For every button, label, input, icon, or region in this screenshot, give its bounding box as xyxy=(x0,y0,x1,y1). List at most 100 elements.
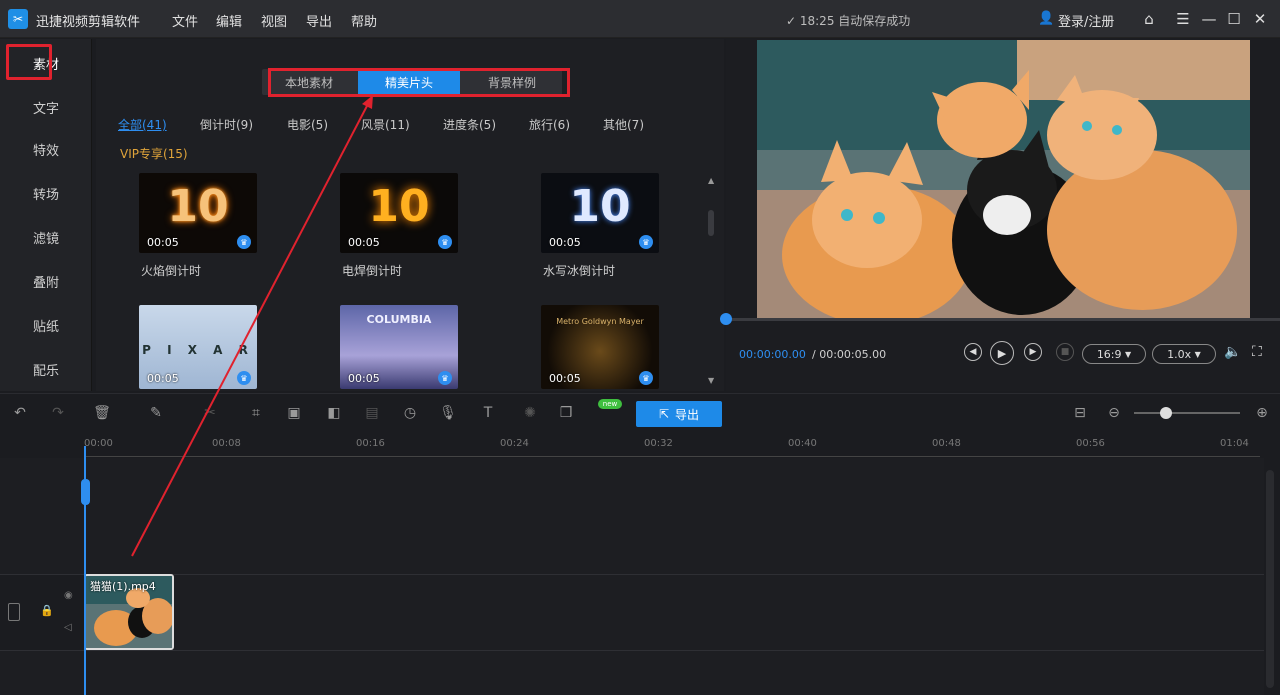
new-badge: new xyxy=(598,399,622,409)
minimize-icon[interactable]: — xyxy=(1198,8,1220,30)
split-icon[interactable]: ✂ xyxy=(200,403,220,423)
left-sidebar: 素材 文字 特效 转场 滤镜 叠附 贴纸 配乐 xyxy=(0,39,92,391)
mute-icon[interactable]: ◁ xyxy=(64,622,72,633)
scroll-up-icon[interactable]: ▲ xyxy=(708,176,714,185)
text-icon[interactable]: T xyxy=(478,403,498,423)
app-title: 迅捷视频剪辑软件 xyxy=(36,15,141,30)
sidebar-item-transitions[interactable]: 转场 xyxy=(0,171,92,215)
ruler-tick: 00:40 xyxy=(788,438,817,449)
menu-help[interactable]: 帮助 xyxy=(351,11,377,30)
app-logo-icon: ✂ xyxy=(8,9,28,29)
card-title: 水写冰倒计时 xyxy=(543,264,616,278)
login-register-link[interactable]: 登录/注册 xyxy=(1058,11,1114,30)
zoom-slider-knob[interactable] xyxy=(1160,407,1172,419)
template-card-ice-countdown[interactable]: 10 00:05 ♛ xyxy=(541,173,659,253)
fit-timeline-icon[interactable]: ⊟ xyxy=(1070,403,1090,423)
mosaic-icon[interactable]: ▣ xyxy=(284,403,304,423)
menu-file[interactable]: 文件 xyxy=(172,11,198,30)
category-countdown[interactable]: 倒计时(9) xyxy=(200,116,253,133)
prev-frame-icon[interactable]: ◀ xyxy=(964,343,982,361)
track-divider xyxy=(0,574,1264,575)
duration-icon[interactable]: ◷ xyxy=(400,403,420,423)
media-tabs: 本地素材 精美片头 背景样例 xyxy=(262,69,562,95)
crop-icon[interactable]: ⌗ xyxy=(246,403,266,423)
tab-intro-templates[interactable]: 精美片头 xyxy=(358,69,460,95)
home-icon[interactable]: ⌂ xyxy=(1138,8,1160,30)
vip-badge-icon: ♛ xyxy=(438,371,452,385)
preview-progress-track[interactable] xyxy=(726,318,1280,321)
speed-select[interactable]: 1.0x ▼ xyxy=(1152,344,1216,364)
aspect-ratio-value: 16:9 xyxy=(1096,347,1122,361)
close-icon[interactable]: ✕ xyxy=(1249,8,1271,30)
media-scrollbar[interactable] xyxy=(706,176,716,386)
ruler-tick: 00:24 xyxy=(500,438,529,449)
zoom-in-icon[interactable]: ⊕ xyxy=(1252,403,1272,423)
media-scroll-thumb[interactable] xyxy=(708,210,714,236)
stop-icon[interactable]: ■ xyxy=(1056,343,1074,361)
category-scenery[interactable]: 风景(11) xyxy=(361,116,410,133)
preview-video-frame xyxy=(757,40,1250,318)
category-travel[interactable]: 旅行(6) xyxy=(529,116,570,133)
ruler-tick: 00:48 xyxy=(932,438,961,449)
tab-background-samples[interactable]: 背景样例 xyxy=(462,69,562,95)
track-divider xyxy=(0,650,1264,651)
card-thumb-text: P I X A R xyxy=(142,343,254,357)
redo-icon[interactable]: ↷ xyxy=(48,403,68,423)
fullscreen-icon[interactable]: ⛶ xyxy=(1252,344,1262,360)
category-all[interactable]: 全部(41) xyxy=(118,116,167,133)
play-icon[interactable]: ▶ xyxy=(990,341,1014,365)
delete-icon[interactable]: 🗑 xyxy=(92,403,112,423)
cover-icon[interactable]: ❒ xyxy=(556,403,576,423)
sidebar-item-overlay[interactable]: 叠附 xyxy=(0,259,92,303)
sidebar-item-music[interactable]: 配乐 xyxy=(0,347,92,391)
sidebar-item-material[interactable]: 素材 xyxy=(0,41,92,85)
volume-icon[interactable]: 🔈 xyxy=(1224,344,1241,360)
template-card-columbia[interactable]: COLUMBIA 00:05 ♛ xyxy=(340,305,458,389)
edit-icon[interactable]: ✎ xyxy=(146,403,166,423)
freeze-frame-icon[interactable]: ◧ xyxy=(324,403,344,423)
menu-edit[interactable]: 编辑 xyxy=(216,11,242,30)
preview-progress-handle[interactable] xyxy=(720,313,732,325)
template-card-pixar[interactable]: P I X A R 00:05 ♛ xyxy=(139,305,257,389)
menu-export[interactable]: 导出 xyxy=(306,11,332,30)
timeline-video-clip[interactable]: 猫猫(1).mp4 xyxy=(84,574,174,650)
eye-icon[interactable]: ◉ xyxy=(64,590,73,601)
sidebar-item-stickers[interactable]: 贴纸 xyxy=(0,303,92,347)
vip-badge-icon: ♛ xyxy=(438,235,452,249)
effects-icon[interactable]: ✺ xyxy=(520,403,540,423)
card-thumb-text: 10 xyxy=(167,181,229,232)
sidebar-item-text[interactable]: 文字 xyxy=(0,85,92,129)
category-movie[interactable]: 电影(5) xyxy=(287,116,328,133)
template-card-weld-countdown[interactable]: 10 00:05 ♛ xyxy=(340,173,458,253)
undo-icon[interactable]: ↶ xyxy=(10,403,30,423)
template-card-fire-countdown[interactable]: 10 00:05 ♛ xyxy=(139,173,257,253)
menu-view[interactable]: 视图 xyxy=(261,11,287,30)
vip-badge-icon: ♛ xyxy=(237,235,251,249)
menu-hamburger-icon[interactable]: ☰ xyxy=(1172,8,1194,30)
card-duration: 00:05 xyxy=(147,236,179,249)
zoom-out-icon[interactable]: ⊖ xyxy=(1104,403,1124,423)
export-button[interactable]: ⇱ 导出 xyxy=(636,401,722,427)
autosave-status: ✓ 18:25 自动保存成功 xyxy=(786,14,911,28)
category-progress-bar[interactable]: 进度条(5) xyxy=(443,116,496,133)
maximize-icon[interactable]: ☐ xyxy=(1223,8,1245,30)
aspect-ratio-select[interactable]: 16:9 ▼ xyxy=(1082,344,1146,364)
user-icon[interactable]: 👤 xyxy=(1038,11,1054,27)
lock-icon[interactable]: 🔒 xyxy=(40,604,54,617)
timeline-zoom-slider[interactable] xyxy=(1134,412,1240,414)
green-screen-icon[interactable]: ▤ xyxy=(362,403,382,423)
next-frame-icon[interactable]: ▶ xyxy=(1024,343,1042,361)
vip-section-label: VIP专享(15) xyxy=(120,147,188,161)
scroll-down-icon[interactable]: ▼ xyxy=(708,376,714,385)
timeline-tracks[interactable] xyxy=(0,458,1264,695)
card-duration: 00:05 xyxy=(549,236,581,249)
playhead-handle[interactable] xyxy=(81,479,90,505)
card-duration: 00:05 xyxy=(348,372,380,385)
template-card-mgm[interactable]: Metro Goldwyn Mayer 00:05 ♛ xyxy=(541,305,659,389)
timeline-vertical-scrollbar[interactable] xyxy=(1266,470,1274,688)
tab-local-material[interactable]: 本地素材 xyxy=(262,69,356,95)
microphone-icon[interactable]: 🎙 xyxy=(438,403,458,423)
category-other[interactable]: 其他(7) xyxy=(603,116,644,133)
sidebar-item-effects[interactable]: 特效 xyxy=(0,127,92,171)
sidebar-item-filters[interactable]: 滤镜 xyxy=(0,215,92,259)
